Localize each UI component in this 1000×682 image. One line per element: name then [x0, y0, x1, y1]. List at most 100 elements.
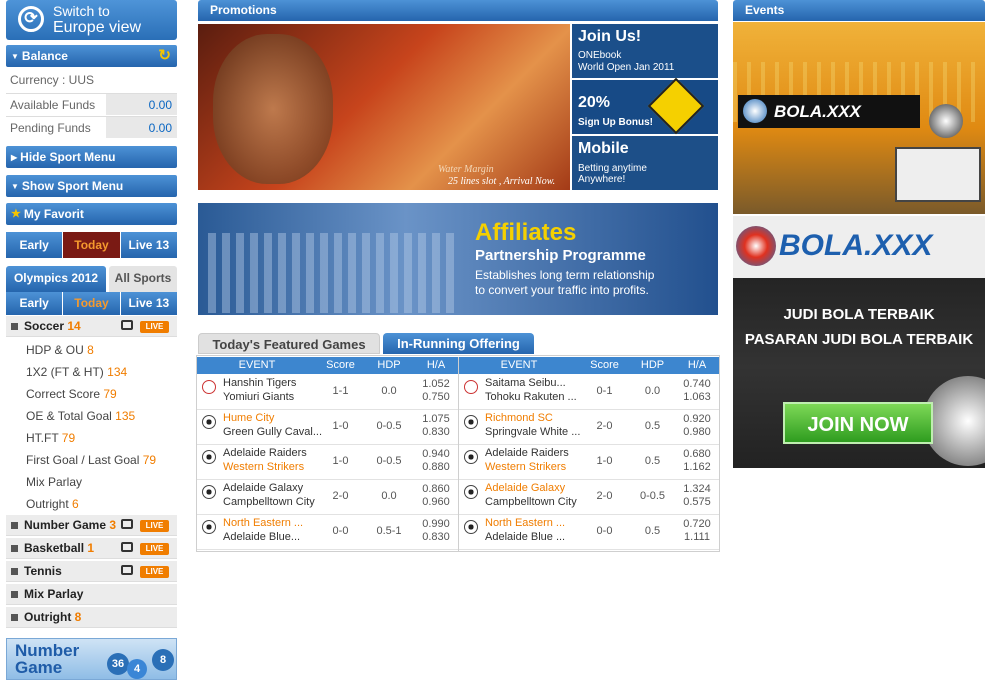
- home-team[interactable]: North Eastern ...: [223, 517, 303, 530]
- game-row[interactable]: Hume City Green Gully Caval... 1-0 0-0.5 1.0…: [197, 410, 458, 445]
- game-row[interactable]: North Eastern ... Adelaide Blue... 0-0 0.5-…: [197, 515, 458, 550]
- my-favorit-button[interactable]: ★ My Favorit: [6, 203, 177, 225]
- away-team[interactable]: Adelaide Blue ...: [485, 531, 565, 544]
- market-first-last-goal[interactable]: First Goal / Last Goal 79: [26, 453, 156, 467]
- game-row[interactable]: North Eastern ... Adelaide Blue ... 0-0 0.5…: [459, 515, 719, 550]
- odds-home[interactable]: 0.990: [414, 518, 458, 531]
- odds-home[interactable]: 0.740: [675, 378, 719, 391]
- odds-home[interactable]: 1.324: [675, 483, 719, 496]
- game-row[interactable]: Adelaide Galaxy Campbelltown City 2-0 0-0.5…: [459, 480, 719, 515]
- odds-home[interactable]: 0.720: [675, 518, 719, 531]
- away-team[interactable]: Yomiuri Giants: [223, 391, 294, 404]
- odds-home[interactable]: 1.052: [414, 378, 458, 391]
- tab-olympics[interactable]: Olympics 2012: [6, 266, 106, 292]
- odds-home[interactable]: 0.860: [414, 483, 458, 496]
- market-ht-ft[interactable]: HT.FT 79: [26, 431, 75, 445]
- home-team[interactable]: Hume City: [223, 412, 274, 425]
- market-hdp-ou[interactable]: HDP & OU 8: [26, 343, 94, 357]
- odds-away[interactable]: 0.880: [414, 461, 458, 474]
- away-team[interactable]: Campbelltown City: [485, 496, 577, 509]
- home-team[interactable]: Adelaide Galaxy: [223, 482, 303, 495]
- odds-away[interactable]: 0.980: [675, 426, 719, 439]
- water-margin-banner[interactable]: Water Margin 25 lines slot , Arrival Now…: [198, 24, 570, 190]
- away-team[interactable]: Western Strikers: [223, 461, 304, 474]
- odds-away[interactable]: 0.575: [675, 496, 719, 509]
- col-hdp: HDP: [630, 357, 675, 374]
- market-oe-total-goal[interactable]: OE & Total Goal 135: [26, 409, 135, 423]
- game-row[interactable]: Adelaide Galaxy Campbelltown City 2-0 0.0 0.…: [197, 480, 458, 515]
- sport-tennis[interactable]: Tennis LIVE: [6, 561, 177, 582]
- away-team[interactable]: Tohoku Rakuten ...: [485, 391, 577, 404]
- sport-mix-parlay[interactable]: Mix Parlay: [6, 584, 177, 605]
- expand-icon: [11, 568, 18, 575]
- odds-home[interactable]: 0.680: [675, 448, 719, 461]
- home-team[interactable]: Richmond SC: [485, 412, 553, 425]
- inner-tab-today[interactable]: Today: [63, 292, 120, 315]
- promo-line1: JUDI BOLA TERBAIK: [783, 306, 935, 323]
- tab-featured-games[interactable]: Today's Featured Games: [198, 333, 380, 354]
- odds-away[interactable]: 1.111: [675, 531, 719, 544]
- market-outright[interactable]: Outright 6: [26, 497, 79, 511]
- events-banner-top[interactable]: BOLA.XXX: [733, 22, 985, 214]
- home-team[interactable]: Adelaide Galaxy: [485, 482, 565, 495]
- tab-today[interactable]: Today: [63, 232, 120, 258]
- sport-outright[interactable]: Outright 8: [6, 607, 177, 628]
- tab-early[interactable]: Early: [6, 232, 63, 258]
- odds-home[interactable]: 0.940: [414, 448, 458, 461]
- refresh-balance-icon[interactable]: ↻: [158, 45, 171, 67]
- odds-away[interactable]: 0.830: [414, 531, 458, 544]
- promo-join-us[interactable]: Join Us! ONEbook World Open Jan 2011: [572, 24, 718, 78]
- sport-basketball[interactable]: Basketball 1 LIVE: [6, 538, 177, 559]
- sport-number-game[interactable]: Number Game 3 LIVE: [6, 515, 177, 536]
- handicap: 0.5: [644, 420, 661, 432]
- promo-sign-up-bonus[interactable]: 20% Sign Up Bonus!: [572, 77, 718, 135]
- odds-away[interactable]: 1.162: [675, 461, 719, 474]
- tv-icon: [121, 519, 133, 529]
- soccer-ball-icon: [202, 485, 216, 499]
- away-team[interactable]: Springvale White ...: [485, 426, 580, 439]
- odds-home[interactable]: 0.920: [675, 413, 719, 426]
- number-game-banner[interactable]: Number Game 36 4 8: [6, 638, 177, 680]
- events-banner-bottom[interactable]: BOLA.XXX JUDI BOLA TERBAIK PASARAN JUDI …: [733, 216, 985, 468]
- game-row[interactable]: Hanshin Tigers Yomiuri Giants 1-1 0.0 1.052 0…: [197, 375, 458, 410]
- home-team[interactable]: Adelaide Raiders: [485, 447, 569, 460]
- game-row[interactable]: Saitama Seibu... Tohoku Rakuten ... 0-1 0.0…: [459, 375, 719, 410]
- hide-sport-menu-button[interactable]: ▶ Hide Sport Menu: [6, 146, 177, 168]
- affiliates-banner[interactable]: Affiliates Partnership Programme Establi…: [198, 203, 718, 315]
- ball-logo-icon: [736, 226, 776, 266]
- home-team[interactable]: Saitama Seibu...: [485, 377, 566, 390]
- sport-soccer[interactable]: Soccer 14 LIVE: [6, 316, 177, 337]
- odds-away[interactable]: 1.063: [675, 391, 719, 404]
- game-row[interactable]: Adelaide Raiders Western Strikers 1-0 0-0.5…: [197, 445, 458, 480]
- soccer-name: Soccer: [24, 319, 65, 333]
- handicap: 0-0.5: [376, 455, 402, 467]
- away-team[interactable]: Western Strikers: [485, 461, 566, 474]
- tab-all-sports[interactable]: All Sports: [109, 266, 177, 292]
- odds-away[interactable]: 0.960: [414, 496, 458, 509]
- away-team[interactable]: Green Gully Caval...: [223, 426, 322, 439]
- inner-tab-live[interactable]: Live 13: [120, 292, 177, 315]
- market-mix-parlay[interactable]: Mix Parlay: [26, 475, 82, 489]
- odds-away[interactable]: 0.750: [414, 391, 458, 404]
- odds-home[interactable]: 1.075: [414, 413, 458, 426]
- market-correct-score[interactable]: Correct Score 79: [26, 387, 117, 401]
- switch-view-button[interactable]: ⟳ Switch to Europe view: [6, 0, 177, 40]
- join-now-button[interactable]: JOIN NOW: [783, 402, 933, 444]
- away-team[interactable]: Adelaide Blue...: [223, 531, 300, 544]
- tab-live[interactable]: Live 13: [120, 232, 177, 258]
- away-team[interactable]: Campbelltown City: [223, 496, 315, 509]
- home-team[interactable]: North Eastern ...: [485, 517, 565, 530]
- game-row[interactable]: Richmond SC Springvale White ... 2-0 0.5 0.9…: [459, 410, 719, 445]
- odds-away[interactable]: 0.830: [414, 426, 458, 439]
- home-team[interactable]: Hanshin Tigers: [223, 377, 296, 390]
- inner-tab-early[interactable]: Early: [6, 292, 63, 315]
- home-team[interactable]: Adelaide Raiders: [223, 447, 307, 460]
- show-sport-menu-button[interactable]: ▼ Show Sport Menu: [6, 175, 177, 197]
- game-row[interactable]: Adelaide Raiders Western Strikers 1-0 0.5 0.…: [459, 445, 719, 480]
- market-1x2[interactable]: 1X2 (FT & HT) 134: [26, 365, 127, 379]
- pending-value: 0.00: [106, 117, 177, 138]
- balance-header[interactable]: ▼ Balance ↻: [6, 45, 177, 67]
- currency-row: Currency : UUS: [6, 69, 177, 91]
- promo-mobile[interactable]: Mobile Betting anytime Anywhere!: [572, 136, 718, 190]
- tab-in-running[interactable]: In-Running Offering: [383, 333, 534, 354]
